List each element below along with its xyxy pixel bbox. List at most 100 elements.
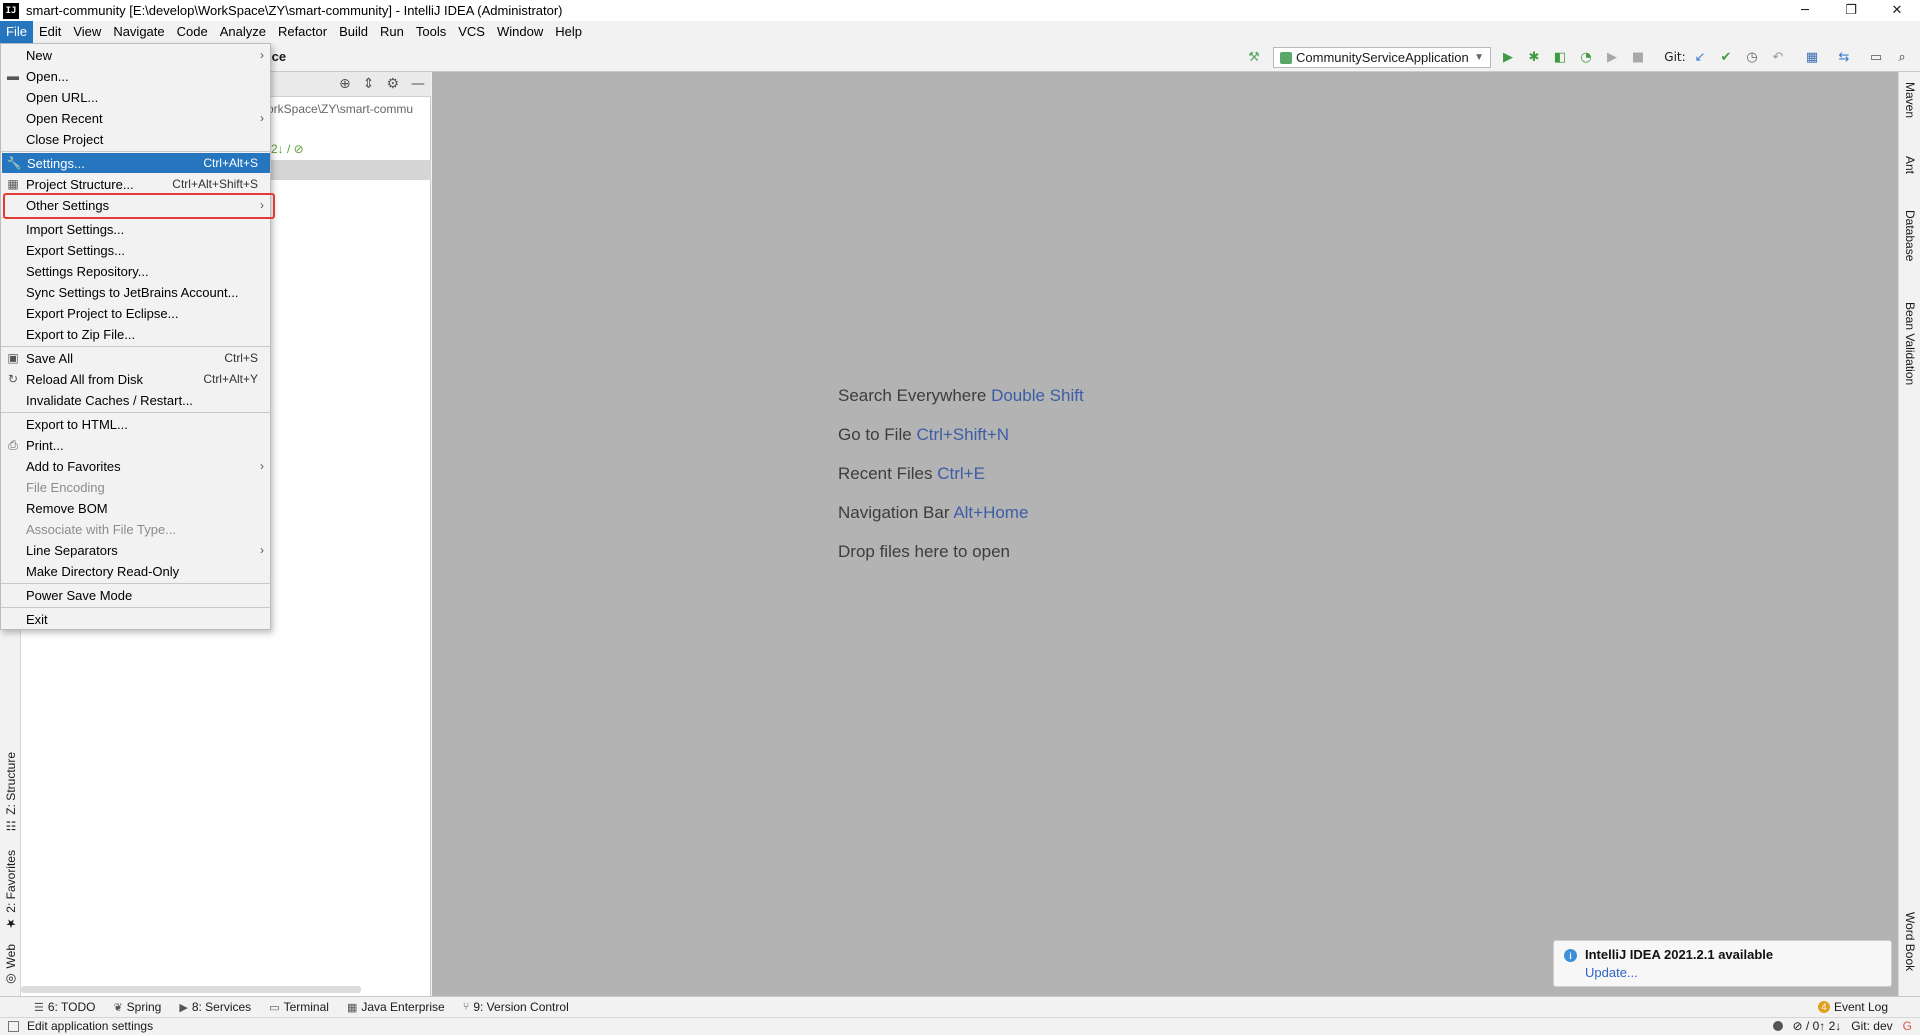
menu-item-add-favorites[interactable]: Add to Favorites › [1,456,270,476]
tab-maven[interactable]: Maven [1903,82,1917,118]
spring-leaf-icon: ❦ [113,1001,123,1014]
menu-item-export-zip[interactable]: Export to Zip File... [1,324,270,344]
tab-terminal[interactable]: ▭ Terminal [269,1000,329,1014]
menu-edit[interactable]: Edit [33,21,67,43]
hint-recent-files: Recent Files Ctrl+E [838,464,1084,503]
tab-todo[interactable]: ☰ 6: TODO [34,1000,95,1014]
menu-refactor[interactable]: Refactor [272,21,333,43]
menu-item-label: Import Settings... [26,221,125,237]
git-commit-icon[interactable]: ✔ [1718,49,1734,65]
gear-icon[interactable]: ⚙ [386,76,399,92]
collapse-all-icon[interactable]: ⇕ [363,76,375,92]
locate-file-icon[interactable]: ⊕ [339,76,351,92]
git-counts[interactable]: ⊘ / 0↑ 2↓ [1793,1019,1842,1033]
run-configuration-select[interactable]: CommunityServiceApplication ▼ [1273,47,1491,68]
print-icon: ⎙ [8,437,18,452]
git-branch[interactable]: Git: dev [1851,1019,1892,1033]
menu-item-exit[interactable]: Exit [1,609,270,629]
memory-indicator-icon[interactable] [1772,1021,1783,1031]
project-structure-icon[interactable]: ▦ [1804,49,1820,65]
menu-view[interactable]: View [67,21,107,43]
restore-button[interactable]: ❐ [1828,0,1874,21]
menu-item-settings-repository[interactable]: Settings Repository... [1,261,270,281]
rollback-icon[interactable]: ↶ [1770,49,1786,65]
close-window-button[interactable]: ✕ [1874,0,1920,21]
menu-item-open-url[interactable]: Open URL... [1,87,270,107]
chevron-down-icon: ▼ [1474,52,1484,63]
menu-item-new[interactable]: New › [1,45,270,65]
settings-highlight-box [3,193,275,219]
run-disabled-icon[interactable]: ▶ [1604,49,1620,65]
presentation-icon[interactable]: ▭ [1868,49,1884,65]
menu-item-open-recent[interactable]: Open Recent › [1,108,270,128]
menu-item-power-save[interactable]: Power Save Mode [1,585,270,605]
menu-item-reload[interactable]: ↻ Reload All from Disk Ctrl+Alt+Y [1,369,270,389]
stop-icon[interactable]: ■ [1630,49,1646,65]
menu-item-open[interactable]: ▬ Open... [1,66,270,86]
menu-window[interactable]: Window [491,21,549,43]
menu-item-import-settings[interactable]: Import Settings... [1,219,270,239]
menu-item-print[interactable]: ⎙ Print... [1,435,270,455]
history-icon[interactable]: ◷ [1744,49,1760,65]
tab-structure[interactable]: ☷ Z: Structure [4,752,18,833]
update-link[interactable]: Update... [1585,965,1638,980]
menu-item-close-project[interactable]: Close Project [1,129,270,149]
menu-item-project-structure[interactable]: ▦ Project Structure... Ctrl+Alt+Shift+S [1,174,270,194]
tab-spring[interactable]: ❦ Spring [113,1000,161,1014]
search-icon[interactable]: ⌕ [1894,49,1910,65]
wrench-icon: 🔧 [6,156,22,170]
translate-icon[interactable]: ⇆ [1836,49,1852,65]
git-status: 2↓ / ⊘ [271,142,304,156]
tab-bean-validation[interactable]: Bean Validation [1903,302,1917,385]
tab-version-control[interactable]: ⑂ 9: Version Control [463,1000,569,1014]
tab-web[interactable]: ◎ Web [4,944,18,986]
save-icon: ▣ [7,351,19,365]
menu-item-invalidate-caches[interactable]: Invalidate Caches / Restart... [1,390,270,410]
menu-analyze[interactable]: Analyze [214,21,272,43]
minimize-button[interactable]: ─ [1782,0,1828,21]
menu-item-export-settings[interactable]: Export Settings... [1,240,270,260]
build-hammer-icon[interactable]: ⚒ [1246,49,1262,65]
menu-navigate[interactable]: Navigate [107,21,170,43]
menu-item-save-all[interactable]: ▣ Save All Ctrl+S [1,348,270,368]
menu-item-label: Open URL... [26,89,99,105]
title-bar: IJ smart-community [E:\develop\WorkSpace… [0,0,1920,21]
tab-ant[interactable]: Ant [1903,156,1917,174]
profile-icon[interactable]: ◔ [1578,49,1594,65]
menu-item-sync-settings[interactable]: Sync Settings to JetBrains Account... [1,282,270,302]
tab-java-enterprise[interactable]: ▦ Java Enterprise [347,1000,445,1014]
coverage-icon[interactable]: ◧ [1552,49,1568,65]
list-icon: ☰ [34,1001,44,1014]
tool-windows-toggle-icon[interactable] [8,1020,19,1032]
menu-item-label: Export Settings... [26,242,125,258]
horizontal-scrollbar[interactable] [21,986,361,993]
tab-word-book[interactable]: Word Book [1903,912,1917,971]
menu-item-make-read-only[interactable]: Make Directory Read-Only [1,561,270,581]
menu-tools[interactable]: Tools [410,21,452,43]
tab-favorites[interactable]: ★ 2: Favorites [4,850,18,931]
debug-icon[interactable]: ✱ [1526,49,1542,65]
hide-panel-icon[interactable]: — [411,76,425,92]
tab-database[interactable]: Database [1903,210,1917,261]
menu-item-export-eclipse[interactable]: Export Project to Eclipse... [1,303,270,323]
run-icon[interactable]: ▶ [1500,49,1516,65]
chevron-right-icon: › [260,459,264,473]
menu-item-remove-bom[interactable]: Remove BOM [1,498,270,518]
menu-item-label: Save All [26,350,73,366]
menu-vcs[interactable]: VCS [452,21,491,43]
git-widget-icon[interactable]: G [1903,1019,1912,1033]
menu-item-settings[interactable]: 🔧 Settings... Ctrl+Alt+S [2,153,270,173]
editor-area[interactable]: Search Everywhere Double Shift Go to Fil… [432,72,1898,996]
menu-item-line-separators[interactable]: Line Separators › [1,540,270,560]
selected-tree-row[interactable] [268,160,431,180]
event-log-button[interactable]: 4 Event Log [1817,1000,1888,1014]
menu-file[interactable]: File [0,21,33,43]
menu-item-export-html[interactable]: Export to HTML... [1,414,270,434]
menu-build[interactable]: Build [333,21,374,43]
notification-title: IntelliJ IDEA 2021.2.1 available [1585,947,1774,962]
git-update-icon[interactable]: ↙ [1692,49,1708,65]
menu-code[interactable]: Code [171,21,214,43]
tab-services[interactable]: ▶ 8: Services [179,1000,251,1014]
menu-help[interactable]: Help [549,21,588,43]
menu-run[interactable]: Run [374,21,410,43]
